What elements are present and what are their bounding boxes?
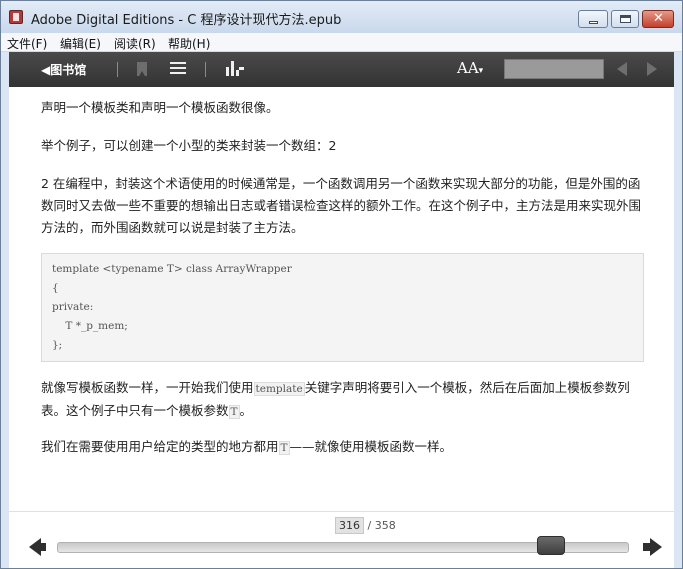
code-line: { bbox=[52, 282, 59, 294]
close-icon: ✕ bbox=[653, 11, 664, 26]
stats-chart-icon[interactable] bbox=[226, 61, 244, 76]
paragraph: 就像写模板函数一样，一开始我们使用 template 关键字声明将要引入一个模板，然… bbox=[41, 377, 646, 423]
inline-code: T bbox=[228, 405, 240, 419]
menu-read[interactable]: 阅读(R) bbox=[114, 35, 156, 52]
code-line: template <typename T> class ArrayWrapper bbox=[52, 263, 292, 275]
text-run: 就像写模板函数一样，一开始我们使用 bbox=[41, 380, 254, 395]
text-run: ——就像使用模板函数一样。 bbox=[289, 439, 453, 454]
page-indicator: 316 / 358 bbox=[335, 517, 396, 534]
window-title: Adobe Digital Editions - C 程序设计现代方法.epub bbox=[31, 13, 342, 28]
code-line: private: bbox=[52, 301, 94, 313]
adobe-de-icon bbox=[9, 10, 23, 24]
menu-help[interactable]: 帮助(H) bbox=[168, 35, 210, 52]
menu-edit[interactable]: 编辑(E) bbox=[60, 35, 101, 52]
bookmark-icon[interactable] bbox=[137, 62, 147, 76]
minimize-button[interactable] bbox=[578, 10, 608, 28]
page-navigation-bar: 316 / 358 bbox=[9, 511, 674, 568]
font-size-label: AA bbox=[457, 59, 479, 77]
menu-file[interactable]: 文件(F) bbox=[7, 35, 47, 52]
toolbar-divider bbox=[117, 62, 118, 77]
code-block: template <typename T> class ArrayWrapper… bbox=[41, 253, 644, 362]
code-line: T *_p_mem; bbox=[52, 320, 128, 332]
prev-result-icon[interactable] bbox=[617, 62, 627, 76]
chevron-down-icon: ▾ bbox=[478, 66, 484, 76]
library-button[interactable]: ◀图书馆 bbox=[41, 61, 86, 78]
code-line: }; bbox=[52, 339, 63, 351]
text-run: 。 bbox=[239, 403, 253, 418]
paragraph: 举个例子，可以创建一个小型的类来封装一个数组：2 bbox=[41, 138, 337, 153]
title-bar[interactable]: Adobe Digital Editions - C 程序设计现代方法.epub… bbox=[1, 1, 682, 33]
paragraph: 2 在编程中，封装这个术语使用的时候通常是，一个函数调用另一个函数来实现大部分的… bbox=[41, 176, 642, 235]
inline-code: template bbox=[253, 382, 305, 396]
toc-list-icon[interactable] bbox=[170, 62, 186, 75]
next-page-icon[interactable] bbox=[650, 538, 662, 556]
page-slider-thumb[interactable] bbox=[536, 536, 565, 555]
search-input[interactable] bbox=[504, 59, 604, 79]
font-size-button[interactable]: AA▾ bbox=[457, 59, 483, 77]
paragraph: 我们在需要使用用户给定的类型的地方都用 T ——就像使用模板函数一样。 bbox=[41, 436, 646, 459]
minimize-icon bbox=[589, 21, 598, 24]
next-page-icon[interactable] bbox=[643, 543, 650, 551]
maximize-icon bbox=[620, 15, 631, 23]
reader-toolbar: ◀图书馆 AA▾ bbox=[9, 52, 674, 87]
close-button[interactable]: ✕ bbox=[642, 10, 674, 28]
toolbar-divider bbox=[205, 62, 206, 77]
reading-pane[interactable]: 声明一个模板类和声明一个模板函数很像。 举个例子，可以创建一个小型的类来封装一个… bbox=[9, 87, 674, 511]
current-page-field[interactable]: 316 bbox=[335, 517, 364, 534]
app-window: Adobe Digital Editions - C 程序设计现代方法.epub… bbox=[0, 0, 683, 569]
next-result-icon[interactable] bbox=[647, 62, 657, 76]
prev-page-icon[interactable] bbox=[40, 543, 46, 551]
maximize-button[interactable] bbox=[611, 10, 639, 28]
total-pages-label: / 358 bbox=[367, 519, 396, 532]
paragraph: 声明一个模板类和声明一个模板函数很像。 bbox=[41, 100, 279, 115]
text-run: 我们在需要使用用户给定的类型的地方都用 bbox=[41, 439, 279, 454]
menu-bar: 文件(F) 编辑(E) 阅读(R) 帮助(H) bbox=[1, 33, 682, 52]
inline-code: T bbox=[278, 441, 290, 455]
